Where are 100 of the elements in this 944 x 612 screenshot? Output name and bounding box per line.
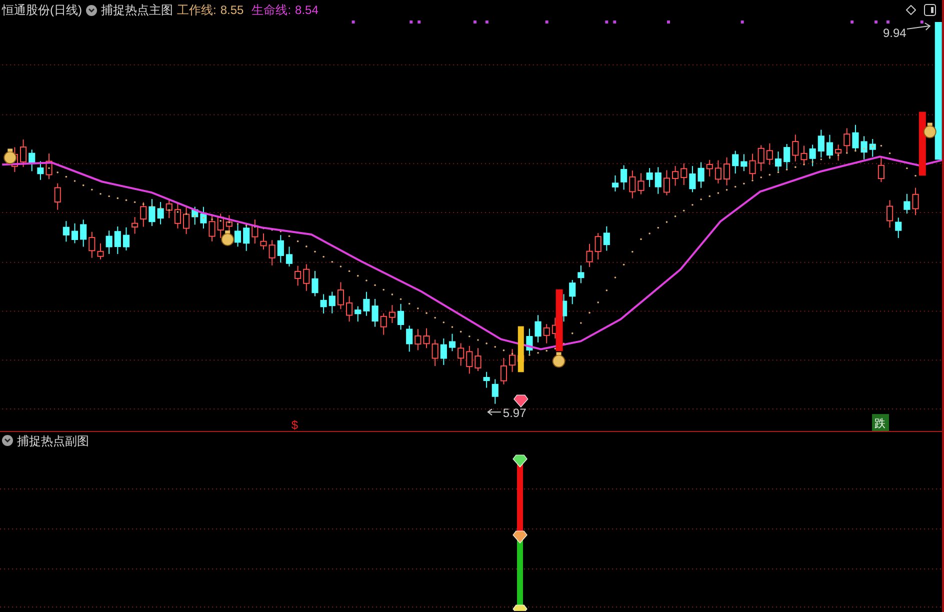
dropdown-icon[interactable] bbox=[2, 435, 13, 446]
stock-title: 恒通股份(日线) bbox=[2, 2, 82, 19]
candlestick bbox=[414, 328, 422, 351]
candlestick bbox=[406, 325, 413, 352]
candlestick bbox=[312, 270, 318, 297]
candlestick bbox=[54, 182, 61, 210]
candlestick bbox=[500, 357, 508, 385]
high-price-label: 9.94 bbox=[883, 26, 906, 40]
dropdown-icon[interactable] bbox=[86, 4, 97, 16]
signal-mark: $ bbox=[291, 418, 298, 432]
candlestick bbox=[509, 348, 516, 372]
candlestick bbox=[192, 206, 198, 226]
candlestick bbox=[594, 232, 602, 260]
candlestick bbox=[37, 160, 44, 180]
candlestick bbox=[243, 223, 250, 252]
candlestick bbox=[432, 339, 438, 367]
candlestick bbox=[526, 328, 533, 355]
candlestick bbox=[706, 159, 713, 177]
fall-label: 跌 bbox=[874, 418, 886, 430]
candlestick bbox=[183, 206, 190, 235]
candlestick bbox=[818, 129, 824, 158]
candlestick bbox=[629, 170, 636, 199]
work-line-label: 工作线: bbox=[177, 2, 216, 19]
candlestick bbox=[784, 144, 790, 170]
candlestick bbox=[672, 166, 679, 186]
arrow-icon bbox=[906, 22, 931, 30]
money-bag-icon bbox=[4, 148, 17, 164]
life-line-label: 生命线: bbox=[252, 2, 292, 19]
signal-bar bbox=[556, 289, 563, 352]
candlestick bbox=[380, 312, 387, 336]
candlestick bbox=[492, 378, 498, 404]
gem-icon bbox=[512, 454, 528, 468]
candlestick bbox=[904, 193, 910, 214]
diamond-icon[interactable] bbox=[906, 5, 916, 15]
candlestick bbox=[483, 371, 490, 388]
candlestick bbox=[723, 156, 730, 186]
candlestick bbox=[252, 219, 258, 244]
candlestick bbox=[294, 265, 302, 286]
candlestick bbox=[852, 124, 859, 152]
candlestick bbox=[860, 136, 868, 160]
signal-bar bbox=[918, 112, 926, 176]
candlestick bbox=[132, 216, 138, 234]
candlestick bbox=[586, 243, 593, 268]
arrow-icon bbox=[487, 408, 502, 416]
candlestick bbox=[148, 198, 156, 226]
candlestick bbox=[440, 338, 447, 366]
candlestick bbox=[71, 222, 78, 244]
candlestick bbox=[612, 174, 619, 192]
candlestick bbox=[62, 220, 70, 242]
candlestick bbox=[603, 226, 610, 252]
candlestick bbox=[286, 246, 293, 267]
candlestick bbox=[835, 144, 842, 162]
indicator-name: 捕捉热点主图 bbox=[101, 2, 173, 19]
candlestick bbox=[620, 164, 628, 190]
candlestick bbox=[698, 162, 704, 188]
candlestick bbox=[388, 304, 396, 324]
candlestick bbox=[423, 328, 430, 349]
work-line-value: 8.55 bbox=[220, 2, 244, 19]
candlestick bbox=[466, 345, 473, 374]
candlestick bbox=[346, 296, 353, 322]
candlestick bbox=[774, 151, 782, 172]
candlestick bbox=[397, 303, 404, 330]
life-line-value: 8.54 bbox=[295, 2, 318, 19]
candlestick bbox=[106, 230, 112, 254]
candlestick bbox=[714, 160, 722, 184]
candlestick bbox=[200, 206, 207, 229]
candlestick bbox=[792, 134, 799, 162]
candlestick bbox=[680, 162, 688, 186]
money-bag-icon bbox=[221, 230, 234, 246]
candlestick bbox=[732, 150, 739, 174]
candlestick bbox=[363, 291, 370, 316]
candlestick bbox=[534, 314, 542, 343]
candlestick bbox=[543, 324, 550, 344]
sub-chart-title: 捕捉热点副图 bbox=[17, 432, 89, 450]
candlestick bbox=[886, 200, 894, 228]
candlestick bbox=[328, 291, 336, 314]
candlestick bbox=[226, 214, 232, 233]
candlestick bbox=[749, 153, 756, 180]
candlestick bbox=[869, 138, 876, 158]
candlestick bbox=[844, 128, 850, 154]
candlestick bbox=[448, 333, 456, 352]
candlestick bbox=[80, 219, 87, 248]
gem-icon bbox=[514, 394, 528, 408]
gem-icon bbox=[512, 604, 528, 611]
panel-toggle-icon[interactable] bbox=[924, 4, 936, 16]
fall-badge bbox=[872, 414, 889, 431]
candlestick bbox=[166, 200, 172, 219]
candlestick bbox=[354, 306, 362, 322]
candlestick bbox=[758, 144, 764, 172]
candlestick bbox=[638, 172, 644, 195]
candlestick bbox=[766, 142, 773, 166]
candlestick bbox=[140, 202, 147, 228]
candlestick bbox=[826, 134, 834, 160]
candlestick bbox=[912, 187, 919, 216]
candlestick bbox=[458, 342, 464, 366]
candlestick bbox=[809, 144, 816, 167]
candlestick bbox=[260, 232, 267, 250]
candlestick bbox=[46, 152, 52, 180]
candlestick bbox=[740, 154, 748, 172]
candlestick bbox=[114, 226, 121, 255]
